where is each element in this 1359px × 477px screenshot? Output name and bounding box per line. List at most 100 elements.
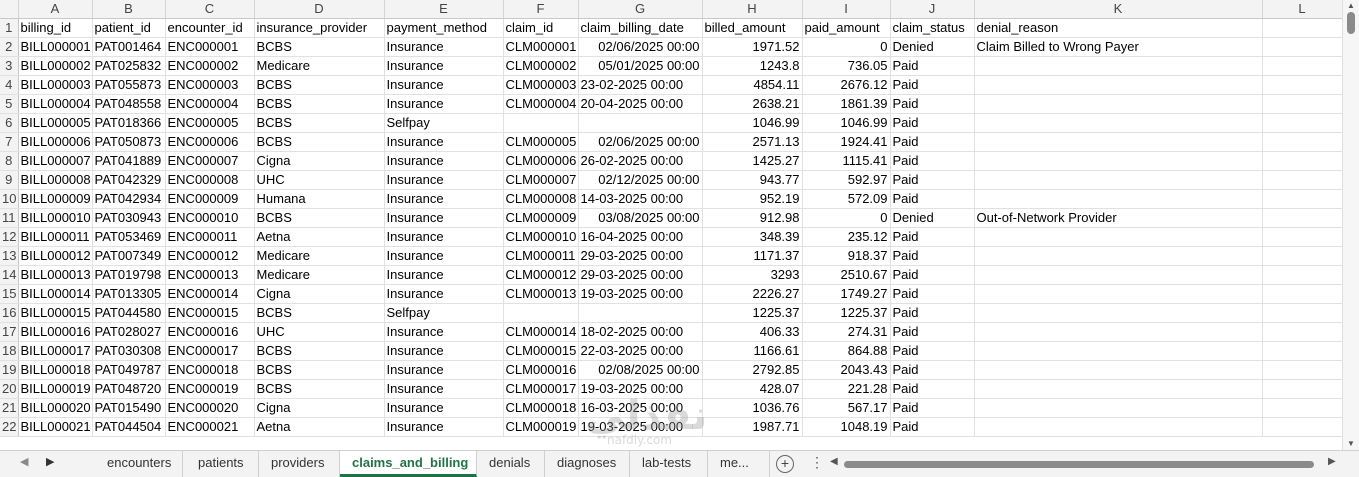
cell[interactable]: PAT042934 [92,189,166,209]
cell[interactable]: 19-03-2025 00:00 [578,379,703,399]
cell[interactable]: ENC000007 [165,151,255,171]
tab-diagnoses[interactable]: diagnoses [545,451,630,477]
cell[interactable]: 2571.13 [702,132,803,152]
cell[interactable]: 736.05 [802,56,891,76]
cell[interactable]: 2638.21 [702,94,803,114]
cell[interactable]: Paid [890,379,975,399]
cell[interactable] [1262,208,1342,228]
cell[interactable]: ENC000001 [165,37,255,57]
cell[interactable]: Cigna [254,398,385,418]
cell[interactable]: 2510.67 [802,265,891,285]
cell[interactable]: PAT048558 [92,94,166,114]
cell[interactable]: claim_status [890,18,975,38]
cell[interactable] [1262,37,1342,57]
cell[interactable]: CLM000007 [503,170,579,190]
cell[interactable] [578,303,703,323]
cell[interactable]: 2676.12 [802,75,891,95]
cell[interactable]: Paid [890,303,975,323]
cell[interactable]: BILL000021 [18,417,93,437]
cell[interactable]: 1166.61 [702,341,803,361]
cell[interactable]: PAT025832 [92,56,166,76]
cell[interactable] [974,284,1263,304]
cell[interactable] [503,113,579,133]
cell[interactable]: PAT013305 [92,284,166,304]
cell[interactable] [974,322,1263,342]
cell[interactable] [974,265,1263,285]
cell[interactable]: ENC000009 [165,189,255,209]
cell[interactable]: PAT028027 [92,322,166,342]
cell[interactable]: 02/08/2025 00:00 [578,360,703,380]
cell[interactable]: CLM000003 [503,75,579,95]
row-header[interactable]: 17 [0,322,19,342]
cell[interactable]: 02/06/2025 00:00 [578,132,703,152]
cell[interactable]: paid_amount [802,18,891,38]
cell[interactable]: CLM000011 [503,246,579,266]
cell[interactable]: BILL000007 [18,151,93,171]
cell[interactable]: encounter_id [165,18,255,38]
cell[interactable]: 864.88 [802,341,891,361]
column-header-b[interactable]: B [92,0,166,19]
cell[interactable]: Paid [890,246,975,266]
cell[interactable] [1262,417,1342,437]
tab-denials[interactable]: denials [477,451,545,477]
cell[interactable]: 1048.19 [802,417,891,437]
cell[interactable]: 29-03-2025 00:00 [578,265,703,285]
cell[interactable]: Insurance [384,417,504,437]
cell[interactable] [974,379,1263,399]
cell[interactable]: ENC000005 [165,113,255,133]
cell[interactable]: 14-03-2025 00:00 [578,189,703,209]
cell[interactable]: BILL000004 [18,94,93,114]
cell[interactable]: billing_id [18,18,93,38]
cell[interactable]: CLM000001 [503,37,579,57]
column-header-h[interactable]: H [702,0,803,19]
cell[interactable] [1262,151,1342,171]
cell[interactable]: 592.97 [802,170,891,190]
chevron-left-icon[interactable]: ◀ [20,455,28,468]
cell[interactable]: 943.77 [702,170,803,190]
cell[interactable]: insurance_provider [254,18,385,38]
cell[interactable]: 4854.11 [702,75,803,95]
cell[interactable]: PAT015490 [92,398,166,418]
cell[interactable]: ENC000006 [165,132,255,152]
cell[interactable] [1262,189,1342,209]
cell[interactable]: 235.12 [802,227,891,247]
cell[interactable]: BCBS [254,303,385,323]
cell[interactable] [1262,227,1342,247]
row-header[interactable]: 9 [0,170,19,190]
cell[interactable]: BCBS [254,341,385,361]
cell[interactable]: PAT042329 [92,170,166,190]
cell[interactable]: 1036.76 [702,398,803,418]
column-header-g[interactable]: G [578,0,703,19]
cell[interactable]: PAT055873 [92,75,166,95]
column-header-e[interactable]: E [384,0,504,19]
cell[interactable]: patient_id [92,18,166,38]
cell[interactable]: 406.33 [702,322,803,342]
cell[interactable] [503,303,579,323]
cell[interactable]: 16-04-2025 00:00 [578,227,703,247]
cell[interactable]: CLM000014 [503,322,579,342]
cell[interactable]: BILL000018 [18,360,93,380]
cell[interactable]: Insurance [384,56,504,76]
cell[interactable]: Cigna [254,284,385,304]
cell[interactable] [1262,56,1342,76]
row-header[interactable]: 10 [0,189,19,209]
cell[interactable]: 1971.52 [702,37,803,57]
row-header[interactable]: 3 [0,56,19,76]
cell[interactable] [1262,379,1342,399]
cell[interactable] [974,170,1263,190]
cell[interactable] [974,246,1263,266]
row-header[interactable]: 13 [0,246,19,266]
column-header-a[interactable]: A [18,0,93,19]
cell[interactable]: 20-04-2025 00:00 [578,94,703,114]
row-header[interactable]: 16 [0,303,19,323]
cell[interactable]: Insurance [384,208,504,228]
cell[interactable]: 0 [802,208,891,228]
cell[interactable] [1262,94,1342,114]
cell[interactable]: ENC000010 [165,208,255,228]
cell[interactable]: Paid [890,398,975,418]
cell[interactable]: Paid [890,265,975,285]
cell[interactable] [974,56,1263,76]
cell[interactable]: Insurance [384,94,504,114]
cell[interactable]: BCBS [254,94,385,114]
cell[interactable]: CLM000010 [503,227,579,247]
